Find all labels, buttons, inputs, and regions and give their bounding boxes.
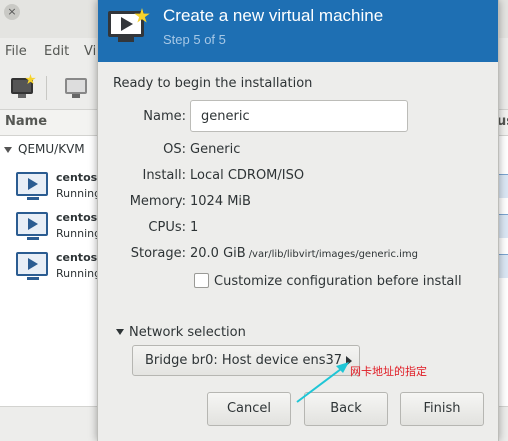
monitor-icon <box>65 78 87 94</box>
new-vm-button[interactable] <box>8 74 38 102</box>
vm-running-icon <box>16 252 48 276</box>
close-icon[interactable]: × <box>4 4 20 20</box>
vm-stand-icon <box>27 237 39 240</box>
back-button[interactable]: Back <box>304 392 388 426</box>
toolbar-separator <box>46 76 47 100</box>
network-selection-expander[interactable]: Network selection <box>116 325 246 340</box>
new-vm-icon <box>108 8 152 48</box>
vm-running-icon <box>16 212 48 236</box>
menu-view[interactable]: Vi <box>84 44 96 59</box>
memory-label: Memory: <box>129 194 186 209</box>
list-item[interactable]: centos6 Running <box>16 170 106 210</box>
menu-file[interactable]: File <box>5 44 27 59</box>
expander-down-icon <box>4 146 12 153</box>
vm-status: Running <box>56 187 102 200</box>
open-vm-button[interactable] <box>62 74 92 102</box>
vm-status: Running <box>56 227 102 240</box>
cpus-value: 1 <box>190 220 199 235</box>
os-label: OS: <box>163 142 186 157</box>
storage-size: 20.0 GiB <box>190 246 246 261</box>
list-item[interactable]: centos6 Running <box>16 210 106 250</box>
install-value: Local CDROM/ISO <box>190 168 305 183</box>
monitor-stand-icon <box>72 94 80 98</box>
storage-label: Storage: <box>130 246 186 261</box>
cpu-usage-graph <box>498 174 508 198</box>
network-source-value: Bridge br0: Host device ens37 <box>145 353 343 368</box>
cpus-label: CPUs: <box>148 220 186 235</box>
annotation-text: 网卡地址的指定 <box>350 365 427 378</box>
menu-edit[interactable]: Edit <box>44 44 69 59</box>
cancel-button[interactable]: Cancel <box>207 392 291 426</box>
finish-button[interactable]: Finish <box>400 392 484 426</box>
install-label: Install: <box>142 168 186 183</box>
dialog-title: Create a new virtual machine <box>163 6 384 25</box>
storage-path: /var/lib/libvirt/images/generic.img <box>248 249 419 260</box>
cpu-usage-graph <box>498 254 508 278</box>
step-indicator: Step 5 of 5 <box>163 32 226 47</box>
vm-stand-icon <box>27 197 39 200</box>
vm-running-icon <box>16 172 48 196</box>
os-value: Generic <box>190 142 241 157</box>
network-selection-label: Network selection <box>129 325 246 340</box>
customize-checkbox[interactable] <box>194 273 209 288</box>
ready-heading: Ready to begin the installation <box>113 76 313 91</box>
vm-status: Running <box>56 267 102 280</box>
group-label: QEMU/KVM <box>18 142 85 156</box>
monitor-stand-icon <box>118 37 134 42</box>
expander-down-icon <box>116 328 124 335</box>
name-field[interactable] <box>190 100 408 132</box>
vm-stand-icon <box>27 277 39 280</box>
network-source-dropdown[interactable]: Bridge br0: Host device ens37 <box>132 345 360 376</box>
storage-value-group: 20.0 GiB/var/lib/libvirt/images/generic.… <box>190 246 418 261</box>
memory-value: 1024 MiB <box>190 194 251 209</box>
column-name-header[interactable]: Name <box>5 114 47 129</box>
create-vm-dialog: Create a new virtual machine Step 5 of 5… <box>97 0 499 441</box>
name-label: Name: <box>143 109 186 124</box>
list-item[interactable]: centos6 Running <box>16 250 106 290</box>
customize-label[interactable]: Customize configuration before install <box>214 274 462 289</box>
connection-group-qemu[interactable]: QEMU/KVM <box>4 142 85 156</box>
dialog-header: Create a new virtual machine Step 5 of 5 <box>98 0 498 62</box>
cpu-usage-graph <box>498 214 508 238</box>
monitor-stand-icon <box>18 94 26 98</box>
